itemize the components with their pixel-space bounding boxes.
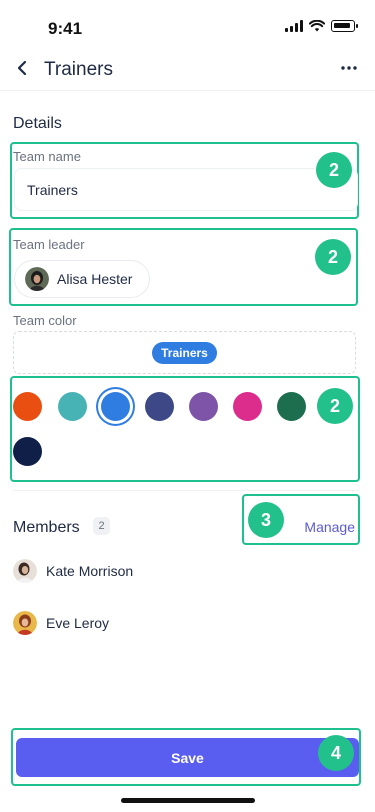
color-swatch-navy[interactable] <box>13 437 42 466</box>
member-name: Kate Morrison <box>46 563 134 579</box>
step-badge: 2 <box>316 152 352 188</box>
save-button[interactable]: Save <box>16 738 359 777</box>
list-item[interactable]: Kate Morrison <box>13 559 133 583</box>
list-item[interactable]: Eve Leroy <box>13 611 109 635</box>
color-swatch-indigo[interactable] <box>145 392 174 421</box>
avatar <box>25 267 49 291</box>
color-swatch-orange[interactable] <box>13 392 42 421</box>
status-icons <box>285 20 358 32</box>
team-name-input[interactable]: Trainers <box>14 168 358 211</box>
chevron-left-icon <box>17 60 27 76</box>
more-horizontal-icon <box>341 66 357 70</box>
more-button[interactable] <box>337 58 361 78</box>
team-leader-chip[interactable]: Alisa Hester <box>14 260 150 298</box>
team-leader-label: Team leader <box>13 237 85 252</box>
color-picker-highlight <box>10 376 360 482</box>
member-name: Eve Leroy <box>46 615 110 631</box>
home-indicator <box>121 798 255 803</box>
color-swatch-teal[interactable] <box>58 392 87 421</box>
wifi-icon <box>309 20 325 32</box>
step-badge: 2 <box>317 388 353 424</box>
team-color-preview: Trainers <box>13 331 356 374</box>
step-badge: 3 <box>248 502 284 538</box>
team-preview-pill: Trainers <box>152 341 217 364</box>
step-badge: 2 <box>315 239 351 275</box>
team-color-label: Team color <box>13 313 77 328</box>
status-time: 9:41 <box>48 19 83 38</box>
back-button[interactable] <box>10 56 34 80</box>
team-leader-name: Alisa Hester <box>57 271 133 287</box>
members-count-badge: 2 <box>93 517 110 535</box>
members-title: Members <box>13 519 80 536</box>
details-title: Details <box>13 115 62 132</box>
section-divider <box>13 490 358 491</box>
avatar <box>13 559 37 583</box>
avatar <box>13 611 37 635</box>
step-badge: 4 <box>318 735 354 771</box>
color-swatch-green[interactable] <box>277 392 306 421</box>
page-title: Trainers <box>44 59 113 80</box>
color-swatch-blue[interactable] <box>101 392 130 421</box>
color-swatch-purple[interactable] <box>189 392 218 421</box>
battery-icon <box>331 20 358 32</box>
nav-divider <box>0 90 375 91</box>
color-swatch-pink[interactable] <box>233 392 262 421</box>
manage-link[interactable]: Manage <box>304 519 355 535</box>
team-name-label: Team name <box>13 149 81 164</box>
signal-icon <box>285 20 303 32</box>
